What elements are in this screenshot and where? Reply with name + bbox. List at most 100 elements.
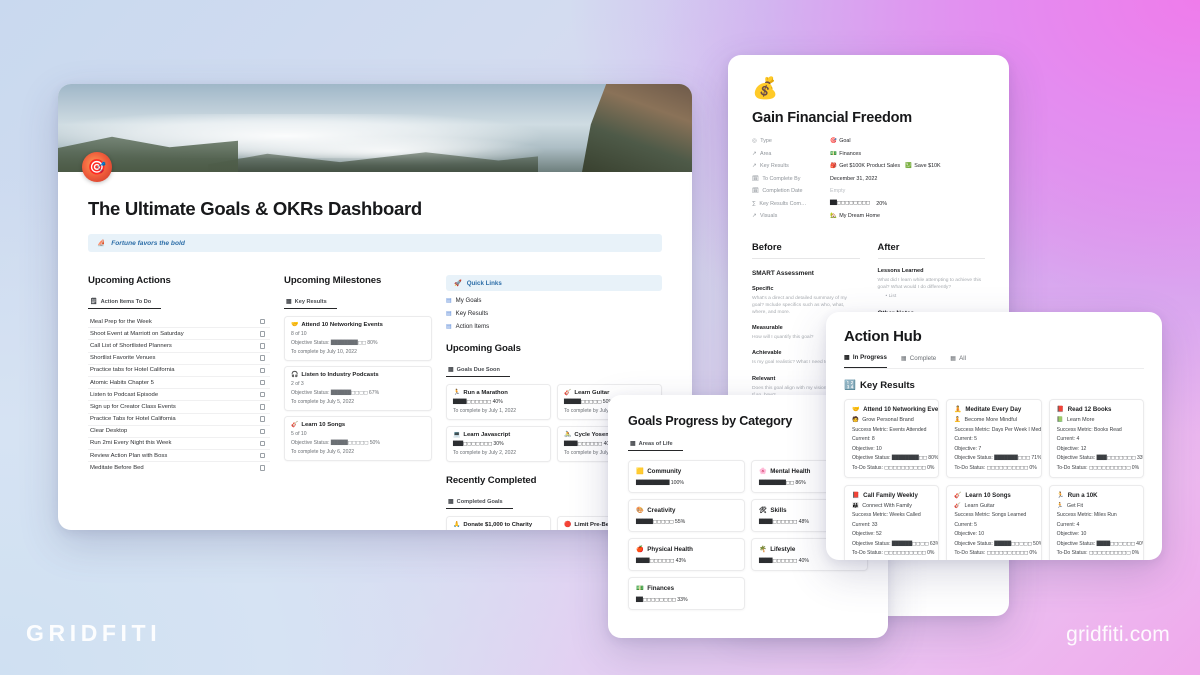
quick-link-label: Key Results bbox=[455, 310, 489, 317]
tab-areas-of-life[interactable]: ▦ Areas of Life bbox=[628, 436, 683, 451]
key-result-card[interactable]: 🤝 Attend 10 Networking Events 🧑 Grow Perso… bbox=[844, 399, 940, 478]
action-item-label: Clear Desktop bbox=[90, 428, 128, 435]
list-item[interactable]: Review Action Plan with Boss bbox=[88, 449, 270, 461]
key-result-metric: Success Metric: Days Per Week I Meditate… bbox=[954, 426, 1042, 433]
category-card[interactable]: 🟨 Community ██████████ 100% bbox=[628, 460, 745, 493]
circle-icon: ◎ bbox=[752, 138, 757, 144]
goal-card[interactable]: 🏃 Run a Marathon ████□□□□□□ 40% To comple… bbox=[446, 384, 551, 420]
quick-link-item[interactable]: ▤ Key Results bbox=[446, 310, 662, 317]
tab-action-items-to-do[interactable]: 🗒 Action Items To Do bbox=[88, 294, 162, 309]
property-row[interactable]: ∑ Key Results Com… ██□□□□□□□□ 20% bbox=[752, 201, 985, 207]
key-result-card[interactable]: 🏃 Run a 10K 🏃 Get Fit Success Metric: Mile… bbox=[1048, 484, 1144, 560]
target-icon: 🎯 bbox=[82, 152, 112, 182]
action-items-list: Meal Prep for the Week Shoot Event at Ma… bbox=[88, 316, 270, 473]
key-result-objective-tag: 🏃 Get Fit bbox=[1056, 502, 1084, 509]
checkbox[interactable] bbox=[259, 404, 265, 410]
goal-emoji-icon: 🎸 bbox=[564, 390, 572, 396]
property-row[interactable]: ↗ Key Results 🎒 Get $100K Product Sales 💹 Sa… bbox=[752, 163, 985, 169]
list-item[interactable]: Shoot Event at Marriott on Saturday bbox=[88, 327, 270, 339]
key-result-emoji-icon: 🎸 bbox=[954, 491, 962, 499]
tab-complete[interactable]: ▦ Complete bbox=[901, 354, 936, 368]
quick-link-item[interactable]: ▤ My Goals bbox=[446, 297, 662, 304]
database-icon: ▤ bbox=[446, 324, 452, 330]
tab-label: In Progress bbox=[852, 354, 887, 361]
category-card[interactable]: 🍎 Physical Health ████□□□□□□ 43% bbox=[628, 538, 745, 571]
list-item[interactable]: Meal Prep for the Week bbox=[88, 316, 270, 327]
list-item[interactable]: Practice Tabs for Hotel California bbox=[88, 412, 270, 425]
property-row[interactable]: ↗ Area 💵 Finances bbox=[752, 151, 985, 157]
list-item[interactable]: Call List of Shortlisted Planners bbox=[88, 339, 270, 351]
checkbox[interactable] bbox=[259, 391, 265, 398]
list-item[interactable]: Run 2mi Every Night this Week bbox=[88, 436, 270, 449]
category-card[interactable]: 🎨 Creativity █████□□□□□ 55% bbox=[628, 499, 745, 532]
category-card[interactable]: 💵 Finances ██□□□□□□□□ 33% bbox=[628, 577, 745, 610]
list-item[interactable]: Practice tabs for Hotel California bbox=[88, 363, 270, 376]
action-item-label: Run 2mi Every Night this Week bbox=[90, 440, 172, 447]
link-icon: ↗ bbox=[752, 213, 757, 219]
list-item[interactable]: Atomic Habits Chapter 5 bbox=[88, 375, 270, 388]
milestone-card[interactable]: 🎸 Learn 10 Songs 5 of 10 Objective Status… bbox=[284, 416, 432, 461]
milestone-emoji-icon: 🎸 bbox=[291, 422, 299, 428]
key-result-card[interactable]: 🧘 Meditate Every Day 🧘 Become More Mindful… bbox=[946, 399, 1042, 478]
key-result-objective-tag: 👨‍👩‍👧 Connect With Family bbox=[852, 502, 912, 509]
progress-bars: ████□□□□□□ bbox=[759, 520, 798, 525]
checkbox[interactable] bbox=[259, 428, 265, 435]
key-results-section-heading: 🔢 Key Results bbox=[844, 380, 1144, 391]
checkbox[interactable] bbox=[259, 440, 265, 447]
property-emoji-icon: 🎯 bbox=[830, 138, 837, 144]
milestone-card[interactable]: 🤝 Attend 10 Networking Events 8 of 10 Obj… bbox=[284, 316, 432, 361]
milestone-status: Objective Status: ████████□□ 80% bbox=[291, 340, 378, 346]
checkbox[interactable] bbox=[259, 355, 265, 361]
property-row[interactable]: 🗓 To Complete By December 31, 2022 bbox=[752, 176, 985, 182]
property-row[interactable]: ◎ Type 🎯 Goal bbox=[752, 138, 985, 144]
list-item[interactable]: Shortlist Favorite Venues bbox=[88, 351, 270, 364]
goal-emoji-icon: 🚴 bbox=[564, 432, 572, 438]
checkbox[interactable] bbox=[259, 416, 265, 422]
key-result-title: 🎸 Learn 10 Songs bbox=[954, 491, 1011, 499]
smart-item-label: Specific bbox=[752, 286, 774, 292]
checkbox[interactable] bbox=[259, 379, 265, 386]
property-value: 🏡 My Dream Home bbox=[830, 213, 880, 219]
key-result-metric: Success Metric: Books Read bbox=[1056, 426, 1122, 433]
list-item[interactable]: Meditate Before Bed bbox=[88, 461, 270, 473]
formula-icon: ∑ bbox=[752, 200, 756, 207]
property-key: ↗ Key Results bbox=[752, 163, 789, 169]
property-emoji-icon: 💵 bbox=[830, 150, 837, 157]
checkbox[interactable] bbox=[259, 318, 265, 325]
checkbox[interactable] bbox=[259, 331, 265, 337]
tab-all[interactable]: ▦ All bbox=[950, 354, 966, 368]
checkbox[interactable] bbox=[259, 343, 265, 349]
gridfiti-watermark-left: GRIDFITI bbox=[26, 620, 162, 646]
goal-detail-title: Gain Financial Freedom bbox=[752, 110, 912, 126]
before-heading: Before bbox=[752, 241, 860, 259]
milestone-card[interactable]: 🎧 Listen to Industry Podcasts 2 of 3 Obje… bbox=[284, 366, 432, 411]
list-item[interactable]: Clear Desktop bbox=[88, 424, 270, 437]
list-item[interactable]: Sign up for Creator Class Events bbox=[88, 400, 270, 412]
key-result-card[interactable]: 🎸 Learn 10 Songs 🎸 Learn Guitar Success Me… bbox=[946, 484, 1042, 560]
checkbox[interactable] bbox=[259, 367, 265, 374]
key-result-objective: Objective: 10 bbox=[1056, 531, 1087, 537]
tab-key-results[interactable]: ▦ Key Results bbox=[284, 294, 337, 309]
tab-in progress[interactable]: ▦ In Progress bbox=[844, 354, 887, 368]
key-result-objective: Objective: 10 bbox=[852, 445, 882, 452]
checkbox[interactable] bbox=[259, 465, 265, 471]
list-item[interactable]: Listen to Podcast Episode bbox=[88, 388, 270, 400]
quick-link-label: My Goals bbox=[455, 297, 482, 304]
tab-completed-goals[interactable]: ▦ Completed Goals bbox=[446, 494, 513, 509]
completed-goal-card[interactable]: 🙏Donate $1,000 to Charity 🟨Community Com… bbox=[446, 516, 551, 530]
objective-emoji-icon: 🎸 bbox=[954, 502, 962, 509]
checkbox[interactable] bbox=[259, 452, 265, 459]
property-row[interactable]: 🗓 Completion Date Empty bbox=[752, 188, 985, 194]
property-tag: 💹 Save $10K bbox=[905, 163, 941, 169]
tab-goals-due-soon[interactable]: ▦ Goals Due Soon bbox=[446, 362, 510, 377]
property-value: December 31, 2022 bbox=[830, 176, 877, 182]
property-value: ██□□□□□□□□ 20% bbox=[830, 200, 888, 207]
property-row[interactable]: ↗ Visuals 🏡 My Dream Home bbox=[752, 213, 985, 219]
key-result-card[interactable]: 📕 Call Family Weekly 👨‍👩‍👧 Connect With Fa… bbox=[844, 484, 940, 560]
quick-link-item[interactable]: ▤ Action Items bbox=[446, 323, 662, 330]
key-result-card[interactable]: 📕 Read 12 Books 📗 Learn More Success Metri… bbox=[1048, 399, 1144, 478]
checkbox-db-icon: 🗒 bbox=[90, 299, 98, 305]
goal-card[interactable]: 💻 Learn Javascript ███□□□□□□□ 30% To comp… bbox=[446, 426, 551, 462]
progress-bars: █████□□□□□ bbox=[564, 400, 602, 405]
tab-label: All bbox=[959, 354, 966, 362]
